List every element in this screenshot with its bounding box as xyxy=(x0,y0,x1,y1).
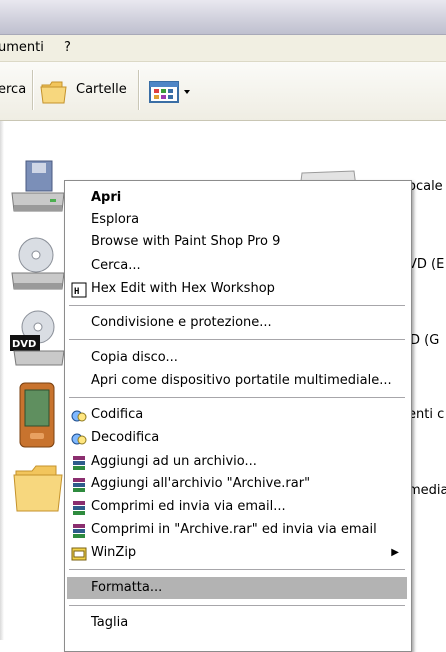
decode-icon xyxy=(71,431,87,446)
menu-separator xyxy=(69,569,405,570)
menu-tools[interactable]: umenti xyxy=(0,40,44,55)
menu-item-add-archive[interactable]: Aggiungi ad un archivio... xyxy=(67,451,407,473)
cd-drive-icon[interactable] xyxy=(8,235,68,299)
menu-item-explore[interactable]: Esplora xyxy=(67,209,407,231)
winrar-icon xyxy=(71,455,87,470)
menu-item-label: Browse with Paint Shop Pro 9 xyxy=(91,234,281,249)
sidebar-edge xyxy=(0,121,4,640)
window-title-bar xyxy=(0,0,446,35)
views-icon[interactable] xyxy=(149,80,193,108)
local-disk-label: ocale xyxy=(408,179,443,194)
pda-device-icon[interactable] xyxy=(16,381,60,455)
menu-item-hex-edit[interactable]: H Hex Edit with Hex Workshop xyxy=(67,278,407,300)
winrar-icon xyxy=(71,500,87,515)
menu-item-label: Hex Edit with Hex Workshop xyxy=(91,281,275,296)
menu-item-search[interactable]: Cerca... xyxy=(67,255,407,277)
winrar-icon xyxy=(71,477,87,492)
menu-item-label: Codifica xyxy=(91,407,144,422)
menu-separator xyxy=(69,305,405,306)
menu-item-open-portable[interactable]: Apri come dispositivo portatile multimed… xyxy=(67,370,407,392)
menu-item-format[interactable]: Formatta... xyxy=(67,577,407,599)
svg-text:DVD: DVD xyxy=(12,339,36,350)
menu-help[interactable]: ? xyxy=(64,40,71,55)
menu-item-label: Condivisione e protezione... xyxy=(91,315,272,330)
menu-separator xyxy=(69,605,405,606)
menu-item-browse-psp[interactable]: Browse with Paint Shop Pro 9 xyxy=(67,231,407,253)
dvd-drive-icon[interactable]: DVD xyxy=(8,309,68,373)
menu-item-add-archive-rar[interactable]: Aggiungi all'archivio "Archive.rar" xyxy=(67,473,407,495)
menu-item-label: Aggiungi ad un archivio... xyxy=(91,454,257,469)
toolbar: erca Cartelle xyxy=(0,62,446,121)
folder-icon[interactable] xyxy=(12,463,68,519)
menu-item-cut[interactable]: Taglia xyxy=(67,612,407,634)
menu-item-label: Copia disco... xyxy=(91,350,178,365)
search-button[interactable]: erca xyxy=(0,82,26,97)
folder-icon xyxy=(40,79,70,109)
menu-item-label: Comprimi ed invia via email... xyxy=(91,499,286,514)
menu-separator xyxy=(69,397,405,398)
menu-item-label: Aggiungi all'archivio "Archive.rar" xyxy=(91,476,311,491)
encode-icon xyxy=(71,408,87,423)
toolbar-separator xyxy=(32,70,34,110)
media-label: media xyxy=(408,483,446,498)
winzip-icon xyxy=(71,546,87,561)
menu-item-winzip[interactable]: WinZip ▶ xyxy=(67,542,407,564)
submenu-arrow-icon: ▶ xyxy=(391,547,399,558)
menu-item-compress-rar-email[interactable]: Comprimi in "Archive.rar" ed invia via e… xyxy=(67,519,407,541)
menu-item-copy-disk[interactable]: Copia disco... xyxy=(67,347,407,369)
context-menu: Apri Esplora Browse with Paint Shop Pro … xyxy=(64,180,412,652)
winrar-icon xyxy=(71,523,87,538)
menu-item-sharing[interactable]: Condivisione e protezione... xyxy=(67,312,407,334)
menu-item-open[interactable]: Apri xyxy=(67,187,407,209)
menu-item-label: Comprimi in "Archive.rar" ed invia via e… xyxy=(91,522,377,537)
menu-item-decode[interactable]: Decodifica xyxy=(67,427,407,449)
floppy-drive-icon[interactable] xyxy=(8,159,68,223)
menu-item-compress-email[interactable]: Comprimi ed invia via email... xyxy=(67,496,407,518)
device-label: enti c xyxy=(408,407,445,422)
menu-item-label: WinZip xyxy=(91,545,137,560)
menu-item-label: Decodifica xyxy=(91,430,160,445)
menu-item-label: Apri xyxy=(91,190,122,205)
menu-bar: umenti ? xyxy=(0,35,446,62)
menu-item-label: Formatta... xyxy=(91,580,163,595)
svg-text:H: H xyxy=(74,287,79,297)
menu-item-label: Esplora xyxy=(91,212,140,227)
menu-separator xyxy=(69,339,405,340)
toolbar-separator xyxy=(138,70,140,110)
menu-item-label: Taglia xyxy=(91,615,129,630)
cd-drive-label: D (G xyxy=(410,333,440,348)
dvd-drive-label: VD (E xyxy=(408,257,445,272)
menu-item-encode[interactable]: Codifica xyxy=(67,404,407,426)
menu-item-label: Apri come dispositivo portatile multimed… xyxy=(91,373,392,388)
menu-item-label: Cerca... xyxy=(91,258,141,273)
folders-button[interactable]: Cartelle xyxy=(76,82,127,97)
hex-workshop-icon: H xyxy=(71,282,87,298)
